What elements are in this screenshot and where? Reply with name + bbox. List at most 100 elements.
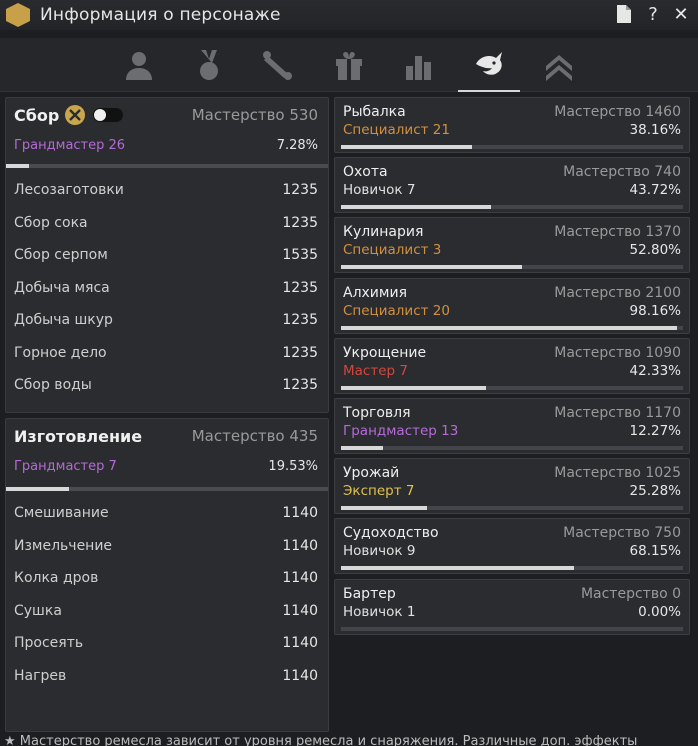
gathering-skill-row[interactable]: Сбор серпом 1535 (6, 239, 328, 272)
footnote: ★ Мастерство ремесла зависит от уровня р… (4, 734, 638, 746)
tab-rank[interactable] (524, 38, 594, 92)
skill-mastery: Мастерство 2100 (554, 284, 681, 301)
bar-chart-icon (406, 56, 431, 80)
crafting-skill-row[interactable]: Колка дров 1140 (6, 562, 328, 595)
skill-card[interactable]: Кулинария Мастерство 1370 Специалист 3 52.8… (334, 217, 690, 274)
skill-mastery: Мастерство 0 (580, 585, 681, 602)
gathering-panel: Сбор Мастерство 530 Грандмастер 26 7.28%… (5, 97, 329, 413)
skill-mastery: Мастерство 1370 (554, 224, 681, 241)
skill-card[interactable]: Укрощение Мастерство 1090 Мастер 7 42.33% (334, 337, 690, 394)
skill-name: Сбор серпом (14, 247, 108, 264)
skill-grade: Новичок 7 (343, 182, 416, 199)
close-icon[interactable]: ✕ (672, 4, 690, 26)
tab-achievements[interactable] (174, 38, 244, 92)
help-icon[interactable]: ? (644, 4, 662, 26)
skill-card[interactable]: Урожай Мастерство 1025 Эксперт 7 25.28% (334, 458, 690, 515)
gathering-skill-row[interactable]: Добыча шкур 1235 (6, 304, 328, 337)
skill-percent: 0.00% (638, 603, 681, 620)
game-logo-icon (6, 3, 30, 27)
skill-mastery: Мастерство 1025 (554, 465, 681, 482)
skill-progress-bar (341, 205, 683, 210)
gathering-list: Лесозаготовки 1235 Сбор сока 1235 Сбор серпо… (6, 168, 328, 408)
crafting-skill-row[interactable]: Сушка 1140 (6, 595, 328, 628)
skill-value: 1140 (282, 602, 318, 619)
tab-gifts[interactable] (314, 38, 384, 92)
skill-progress-bar (341, 566, 683, 571)
skill-name: Охота (343, 164, 388, 181)
crafting-skill-row[interactable]: Смешивание 1140 (6, 497, 328, 530)
skill-card[interactable]: Судоходство Мастерство 750 Новичок 9 68.15% (334, 518, 690, 575)
skill-mastery: Мастерство 750 (563, 525, 681, 542)
tab-bar (0, 38, 698, 92)
skill-grade: Новичок 1 (343, 603, 416, 620)
skill-value: 1140 (282, 635, 318, 652)
tab-life-skills[interactable] (454, 38, 524, 92)
skill-progress-fill (341, 145, 472, 149)
skill-mastery: Мастерство 1090 (554, 344, 681, 361)
skill-value: 1235 (282, 279, 318, 296)
gathering-skill-row[interactable]: Горное дело 1235 (6, 337, 328, 370)
skill-progress-bar (341, 385, 683, 390)
skill-name: Урожай (343, 465, 400, 482)
skill-card[interactable]: Рыбалка Мастерство 1460 Специалист 21 38.16… (334, 97, 690, 153)
skill-value: 1235 (282, 344, 318, 361)
skill-name: Судоходство (343, 525, 439, 542)
gathering-skill-row[interactable]: Добыча мяса 1235 (6, 272, 328, 305)
crafting-skill-row[interactable]: Просеять 1140 (6, 627, 328, 660)
skill-grade: Эксперт 7 (343, 483, 415, 500)
skill-progress-fill (341, 205, 491, 210)
window-controls: ? ✕ (616, 4, 690, 26)
skill-name: Сбор воды (14, 377, 92, 394)
skill-value: 1140 (282, 537, 318, 554)
skill-name: Просеять (14, 635, 84, 652)
skill-progress-bar (341, 626, 683, 631)
skill-card[interactable]: Алхимия Мастерство 2100 Специалист 20 98.16… (334, 277, 690, 334)
skill-name: Нагрев (14, 667, 67, 684)
skill-value: 1140 (282, 570, 318, 587)
skill-card[interactable]: Торговля Мастерство 1170 Грандмастер 13 12.… (334, 397, 690, 454)
crafting-skill-row[interactable]: Нагрев 1140 (6, 660, 328, 693)
skill-progress-bar (341, 325, 683, 330)
skill-name: Сбор сока (14, 214, 88, 231)
gathering-toggle[interactable] (93, 108, 124, 122)
gathering-skill-row[interactable]: Лесозаготовки 1235 (6, 174, 328, 207)
skill-progress-fill (341, 265, 522, 270)
tab-stats[interactable] (384, 38, 454, 92)
skill-value: 1235 (282, 377, 318, 394)
rank-up-icon (546, 55, 572, 81)
skill-mastery: Мастерство 1460 (554, 104, 681, 120)
crossed-tools-icon (65, 105, 86, 125)
skill-name: Алхимия (343, 284, 407, 301)
tab-profile[interactable] (104, 38, 174, 92)
skill-name: Кулинария (343, 224, 424, 241)
tab-quests[interactable] (244, 38, 314, 92)
skill-card[interactable]: Бартер Мастерство 0 Новичок 1 0.00% (334, 578, 690, 635)
skill-percent: 25.28% (629, 483, 681, 500)
skill-name: Торговля (343, 404, 411, 421)
life-skill-icon (476, 52, 502, 75)
skill-name: Лесозаготовки (14, 182, 124, 199)
gathering-skill-row[interactable]: Сбор воды 1235 (6, 369, 328, 402)
skill-grade: Специалист 3 (343, 242, 442, 259)
crafting-panel: Изготовление Мастерство 435 Грандмастер … (5, 418, 329, 732)
skill-value: 1235 (282, 312, 318, 329)
skill-progress-fill (341, 385, 486, 390)
skill-percent: 42.33% (629, 362, 681, 379)
gathering-title: Сбор (14, 105, 60, 125)
skill-progress-bar (341, 445, 683, 450)
skill-percent: 43.72% (629, 182, 681, 199)
skill-progress-bar (341, 506, 683, 511)
document-icon[interactable] (616, 4, 634, 26)
life-skills-list: Рыбалка Мастерство 1460 Специалист 21 38.16… (334, 97, 690, 639)
skill-progress-fill (341, 445, 383, 450)
gathering-skill-row[interactable]: Сбор сока 1235 (6, 207, 328, 240)
skill-mastery: Мастерство 1170 (554, 404, 681, 421)
skill-card[interactable]: Охота Мастерство 740 Новичок 7 43.72% (334, 157, 690, 214)
gathering-mastery: Мастерство 530 (191, 106, 318, 124)
skill-progress-fill (341, 566, 575, 571)
crafting-grade: Грандмастер 7 (14, 458, 117, 474)
crafting-title: Изготовление (14, 426, 143, 446)
crafting-skill-row[interactable]: Измельчение 1140 (6, 530, 328, 563)
skill-name: Смешивание (14, 505, 109, 522)
skill-value: 1140 (282, 505, 318, 522)
